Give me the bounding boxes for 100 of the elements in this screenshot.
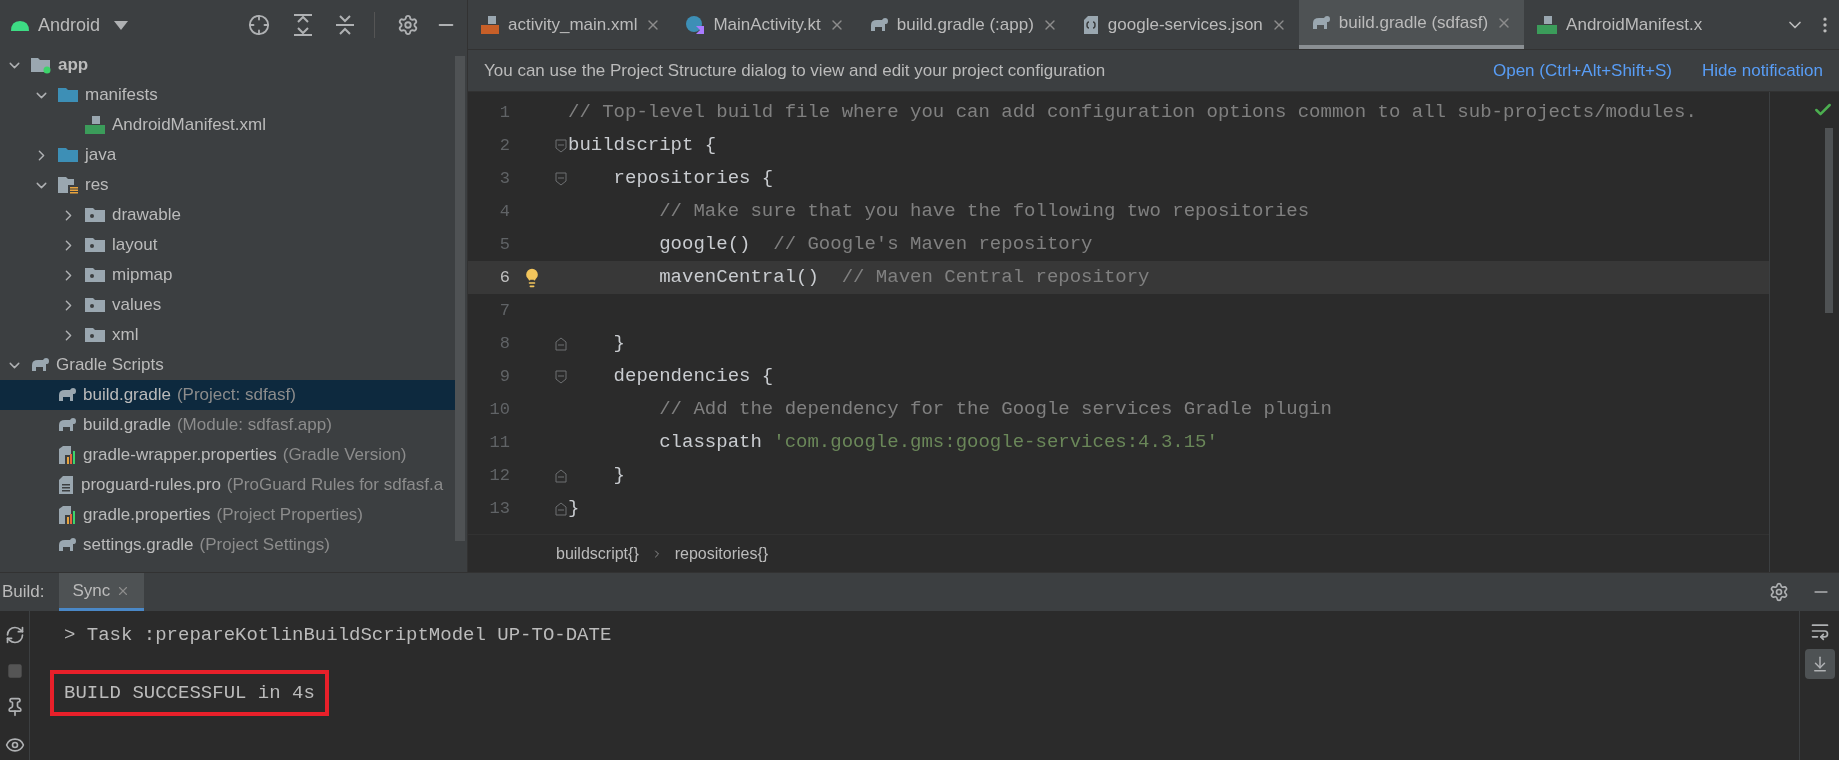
- tree-item[interactable]: java: [0, 140, 455, 170]
- elephant-icon: [1310, 14, 1331, 31]
- tree-item[interactable]: app: [0, 50, 455, 80]
- tree-item[interactable]: Gradle Scripts: [0, 350, 455, 380]
- tree-hint: (Project Settings): [199, 534, 330, 557]
- properties-file-icon: [57, 505, 77, 525]
- editor-tab[interactable]: AndroidManifest.x: [1524, 0, 1715, 49]
- panel-title: Build:: [1, 581, 46, 604]
- editor-tab[interactable]: google-services.json: [1069, 0, 1299, 49]
- editor-tab[interactable]: build.gradle (:app): [856, 0, 1070, 49]
- editor-tab[interactable]: activity_main.xml: [468, 0, 674, 49]
- locate-icon[interactable]: [248, 14, 270, 36]
- code-line: repositories {: [612, 166, 774, 192]
- manifest-file-icon: [1536, 14, 1559, 35]
- scrollbar[interactable]: [455, 56, 465, 541]
- tree-item[interactable]: res: [0, 170, 455, 200]
- tree-item[interactable]: build.gradle (Module: sdfasf.app): [0, 410, 455, 440]
- tree-label: app: [58, 54, 89, 77]
- code-line: classpath 'com.google.gms:google-services:4.3.15': [658, 430, 1218, 456]
- refresh-icon[interactable]: [4, 625, 25, 645]
- line-number: 1: [498, 101, 510, 124]
- expand-all-icon[interactable]: [292, 13, 314, 37]
- folder-icon: [57, 87, 79, 103]
- line-number: 2: [498, 134, 510, 157]
- line-number: 3: [498, 167, 510, 190]
- tree-label: mipmap: [112, 264, 173, 287]
- tree-label: Gradle Scripts: [56, 354, 164, 377]
- tree-item[interactable]: gradle-wrapper.properties (Gradle Version): [0, 440, 455, 470]
- tree-hint: (Gradle Version): [282, 444, 407, 467]
- breadcrumb[interactable]: buildscript{}: [556, 541, 639, 566]
- tree-item[interactable]: drawable: [0, 200, 455, 230]
- folder-icon: [84, 327, 106, 343]
- settings-icon[interactable]: [397, 14, 419, 36]
- properties-file-icon: [57, 445, 77, 465]
- line-number: 4: [498, 200, 510, 223]
- settings-icon[interactable]: [1769, 582, 1789, 602]
- notification-link[interactable]: Open (Ctrl+Alt+Shift+S): [1492, 57, 1673, 84]
- android-icon: [10, 18, 30, 32]
- resource-folder-icon: [57, 176, 79, 194]
- wrap-icon[interactable]: [1809, 621, 1830, 641]
- tree-label: proguard-rules.pro: [81, 474, 221, 497]
- tree-label: build.gradle: [83, 414, 171, 437]
- folder-icon: [84, 237, 106, 253]
- tree-item[interactable]: AndroidManifest.xml: [0, 110, 455, 140]
- tree-label: drawable: [112, 204, 181, 227]
- module-folder-icon: [30, 56, 52, 74]
- xml-file-icon: [480, 14, 500, 35]
- code-line: }: [612, 463, 625, 489]
- line-number: 9: [498, 365, 510, 388]
- tree-label: build.gradle: [83, 384, 171, 407]
- eye-icon[interactable]: [4, 735, 25, 755]
- tree-item[interactable]: layout: [0, 230, 455, 260]
- scrollbar[interactable]: [1825, 128, 1833, 313]
- folder-icon: [57, 147, 79, 163]
- code-line: // Add the dependency for the Google services Gradle plugin: [658, 397, 1332, 423]
- tree-label: gradle.properties: [83, 504, 211, 527]
- editor-tab[interactable]: MainActivity.kt: [673, 0, 857, 49]
- tree-label: AndroidManifest.xml: [112, 114, 266, 137]
- breadcrumb[interactable]: repositories{}: [674, 541, 769, 566]
- tree-item[interactable]: settings.gradle (Project Settings): [0, 530, 455, 560]
- code-line: }: [612, 331, 625, 357]
- tree-label: xml: [112, 324, 139, 347]
- line-number: 12: [488, 464, 510, 487]
- text-file-icon: [57, 475, 75, 495]
- tree-hint: (ProGuard Rules for sdfasf.a: [226, 474, 444, 497]
- line-number: 8: [498, 332, 510, 355]
- tree-item[interactable]: xml: [0, 320, 455, 350]
- scroll-to-end-button[interactable]: [1804, 649, 1835, 679]
- tree-label: settings.gradle: [83, 534, 194, 557]
- code-line: dependencies {: [612, 364, 774, 390]
- elephant-icon: [57, 537, 77, 553]
- tree-item[interactable]: build.gradle (Project: sdfasf): [0, 380, 455, 410]
- line-number: 10: [488, 398, 510, 421]
- code-line: // Make sure that you have the following two repositories: [658, 199, 1310, 225]
- editor-tab[interactable]: build.gradle (sdfasf): [1298, 0, 1525, 49]
- console-line: > Task :prepareKotlinBuildScriptModel UP-TO-DATE: [64, 623, 612, 648]
- line-number: 5: [498, 233, 510, 256]
- tree-item[interactable]: manifests: [0, 80, 455, 110]
- tree-label: manifests: [85, 84, 158, 107]
- line-number: 13: [488, 497, 510, 520]
- tree-item[interactable]: proguard-rules.pro (ProGuard Rules for sdfasf.a: [0, 470, 455, 500]
- view-selector[interactable]: Android: [38, 11, 129, 39]
- tree-item[interactable]: gradle.properties (Project Properties): [0, 500, 455, 530]
- tree-item[interactable]: mipmap: [0, 260, 455, 290]
- folder-icon: [84, 207, 106, 223]
- tree-label: gradle-wrapper.properties: [83, 444, 277, 467]
- line-number: 11: [488, 431, 510, 454]
- elephant-icon: [30, 357, 50, 373]
- collapse-all-icon[interactable]: [334, 13, 356, 37]
- code-line: // Top-level build file where you can add configuration options common to all sub-projects/modules.: [568, 100, 1697, 126]
- tree-item[interactable]: values: [0, 290, 455, 320]
- panel-tab[interactable]: Sync: [58, 573, 145, 611]
- code-line: google() // Google's Maven repository: [658, 232, 1093, 258]
- line-number: 6: [498, 266, 510, 289]
- notification-link[interactable]: Hide notification: [1702, 57, 1823, 84]
- elephant-icon: [57, 417, 77, 433]
- tree-label: res: [85, 174, 109, 197]
- notification-text: You can use the Project Structure dialog to view and edit your project configuration: [484, 59, 1106, 82]
- tree-label: values: [112, 294, 162, 317]
- code-line: buildscript {: [568, 133, 717, 159]
